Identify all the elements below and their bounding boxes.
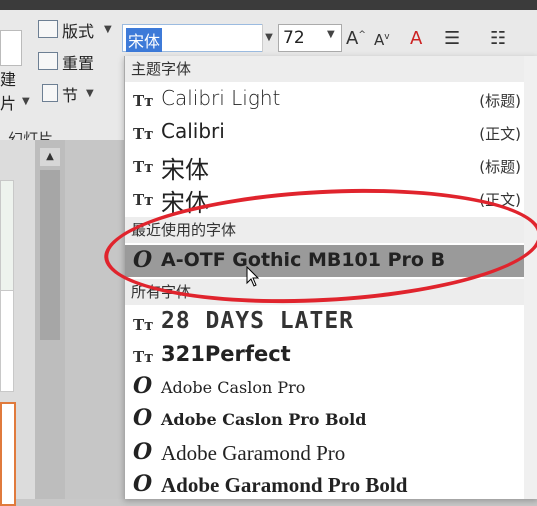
font-option[interactable]: Tт Calibri (正文)	[125, 117, 525, 149]
font-option[interactable]: Tт 28 DAYS LATER	[125, 308, 525, 340]
font-option-name: A-OTF Gothic MB101 Pro B	[161, 249, 446, 271]
slide-thumbnail[interactable]	[0, 180, 14, 292]
font-size-input[interactable]: 72 ▼	[278, 24, 342, 52]
font-option-name: 宋体	[161, 189, 209, 217]
font-option[interactable]: O Adobe Caslon Pro	[125, 371, 525, 403]
font-option-name: 28 DAYS LATER	[161, 308, 355, 334]
slide-thumbnail[interactable]	[0, 290, 14, 392]
title-bar	[0, 0, 537, 10]
section-button[interactable]: 节	[62, 82, 78, 106]
new-slide-icon[interactable]	[0, 30, 22, 66]
shrink-font-icon[interactable]: Av	[374, 31, 390, 49]
font-option-name: Adobe Garamond Pro	[161, 441, 346, 465]
font-option-name: Calibri Light	[161, 86, 281, 110]
font-option-highlighted[interactable]: O A-OTF Gothic MB101 Pro B	[125, 245, 525, 277]
mouse-cursor-icon	[246, 266, 260, 287]
opentype-icon: O	[133, 439, 153, 465]
scroll-up-icon[interactable]: ▲	[40, 148, 60, 166]
chevron-down-icon[interactable]: ▼	[104, 24, 112, 35]
opentype-icon: O	[133, 247, 153, 273]
chevron-down-icon[interactable]: ▼	[22, 96, 30, 107]
chevron-down-icon[interactable]: ▼	[327, 29, 335, 40]
truetype-icon: Tт	[133, 316, 154, 334]
font-dropdown: 主题字体 Tт Calibri Light (标题) Tт Calibri (正…	[124, 56, 537, 499]
font-name-value: 宋体	[126, 28, 163, 52]
font-size-value: 72	[283, 28, 305, 48]
font-name-input[interactable]: 宋体	[122, 24, 274, 52]
slide-thumbnail-pane	[0, 140, 35, 506]
new-slide-label[interactable]: 建	[0, 66, 16, 90]
font-option[interactable]: O Adobe Garamond Pro	[125, 437, 525, 469]
layout-icon[interactable]	[38, 20, 58, 38]
grow-font-icon[interactable]: A^	[346, 28, 366, 49]
font-dropdown-arrow-icon[interactable]: ▼	[262, 24, 275, 52]
recent-fonts-header: 最近使用的字体	[125, 217, 525, 243]
slide-canvas	[65, 140, 125, 499]
section-icon[interactable]	[42, 84, 58, 102]
font-option[interactable]: Tт 宋体 (标题)	[125, 150, 525, 184]
scroll-thumb[interactable]	[40, 170, 60, 340]
font-option-name: Adobe Caslon Pro	[161, 378, 306, 397]
truetype-icon: Tт	[133, 191, 154, 209]
bullets-icon[interactable]: ☰	[444, 28, 460, 49]
clear-format-icon[interactable]: A	[410, 28, 422, 49]
font-option[interactable]: Tт 宋体 (正文)	[125, 183, 525, 217]
font-option-tag: (正文)	[479, 125, 521, 143]
grow-font-label: A	[346, 28, 359, 49]
truetype-icon: Tт	[133, 125, 154, 143]
reset-button[interactable]: 重置	[62, 50, 94, 74]
dropdown-scrollbar[interactable]	[524, 56, 537, 499]
all-fonts-header: 所有字体	[125, 279, 525, 305]
truetype-icon: Tт	[133, 348, 154, 366]
font-option[interactable]: O Adobe Garamond Pro Bold	[125, 469, 525, 501]
numbering-icon[interactable]: ☷	[490, 28, 506, 49]
slide-label[interactable]: 片	[0, 90, 16, 114]
font-option-name: Adobe Garamond Pro Bold	[161, 473, 408, 497]
theme-fonts-header: 主题字体	[125, 56, 525, 82]
opentype-icon: O	[133, 471, 153, 497]
font-option-tag: (标题)	[479, 92, 521, 110]
opentype-icon: O	[133, 373, 153, 399]
truetype-icon: Tт	[133, 92, 154, 110]
font-option[interactable]: Tт 321Perfect	[125, 340, 525, 372]
slide-thumbnail-selected[interactable]	[0, 402, 16, 506]
opentype-icon: O	[133, 405, 153, 431]
shrink-font-label: A	[374, 31, 385, 49]
font-option-name: 321Perfect	[161, 342, 291, 366]
font-option-tag: (标题)	[479, 158, 521, 176]
font-option[interactable]: Tт Calibri Light (标题)	[125, 84, 525, 116]
font-option-tag: (正文)	[479, 191, 521, 209]
font-option-name: Calibri	[161, 119, 225, 143]
chevron-down-icon[interactable]: ▼	[86, 88, 94, 99]
layout-button[interactable]: 版式	[62, 18, 94, 42]
font-option[interactable]: O Adobe Caslon Pro Bold	[125, 403, 525, 435]
truetype-icon: Tт	[133, 158, 154, 176]
font-option-name: Adobe Caslon Pro Bold	[161, 410, 367, 429]
reset-icon[interactable]	[38, 52, 58, 70]
font-option-name: 宋体	[161, 156, 209, 184]
